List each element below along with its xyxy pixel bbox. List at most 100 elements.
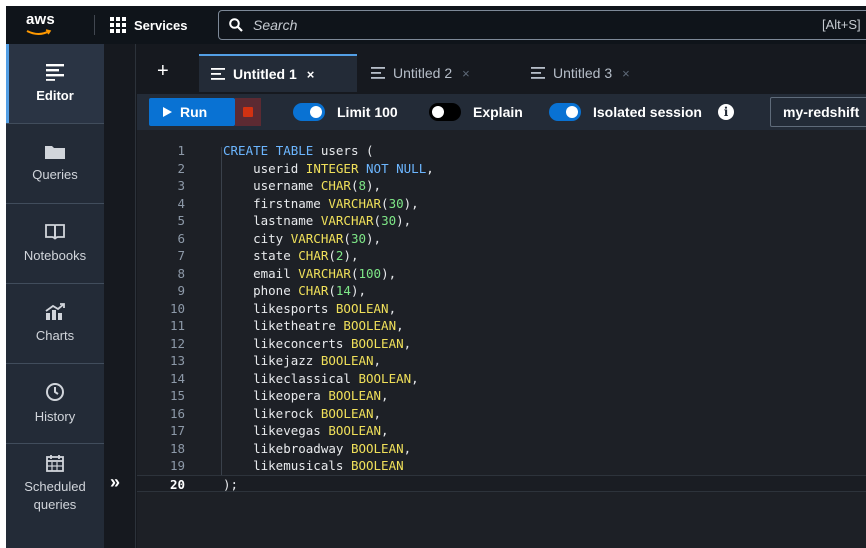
- line-number: 3: [177, 178, 185, 193]
- line-number: 8: [177, 265, 185, 281]
- line-number: 12: [169, 335, 185, 351]
- add-tab-button[interactable]: +: [157, 61, 169, 81]
- app-frame: aws Services [Alt+S]: [6, 6, 866, 548]
- tab-label: Untitled 1: [233, 66, 297, 82]
- code-line[interactable]: 3 username CHAR(8),: [137, 177, 866, 194]
- code-line[interactable]: 6 city VARCHAR(30),: [137, 230, 866, 247]
- search-icon: [229, 18, 243, 32]
- left-nav: Editor Queries Notebooks Charts History …: [6, 44, 104, 548]
- code-line[interactable]: 13 likejazz BOOLEAN,: [137, 352, 866, 369]
- line-number: 2: [177, 160, 185, 176]
- code-text: firstname VARCHAR(30),: [223, 195, 419, 211]
- code-text: likevegas BOOLEAN,: [223, 423, 389, 438]
- nav-item-notebooks[interactable]: Notebooks: [6, 204, 104, 284]
- code-line[interactable]: 12 likeconcerts BOOLEAN,: [137, 335, 866, 352]
- code-line[interactable]: 8 email VARCHAR(100),: [137, 265, 866, 282]
- tab-label: Untitled 2: [393, 65, 453, 81]
- code-text: city VARCHAR(30),: [223, 230, 382, 246]
- query-doc-icon: [371, 67, 385, 79]
- line-number: 19: [169, 458, 185, 473]
- line-number: 15: [169, 388, 185, 403]
- code-text: email VARCHAR(100),: [223, 265, 397, 281]
- nav-label-editor: Editor: [36, 87, 74, 103]
- top-bar: aws Services [Alt+S]: [6, 6, 866, 44]
- code-text: userid INTEGER NOT NULL,: [223, 160, 434, 176]
- expand-panel-button[interactable]: »: [110, 472, 120, 493]
- code-text: likeconcerts BOOLEAN,: [223, 335, 412, 351]
- editor-icon: [46, 63, 64, 81]
- nav-item-charts[interactable]: Charts: [6, 284, 104, 364]
- line-number: 14: [169, 370, 185, 386]
- limit-toggle[interactable]: [293, 103, 325, 121]
- tab-bar: + Untitled 1 × Untitled 2 × Untitled 3 ×: [137, 44, 866, 94]
- close-tab-icon[interactable]: ×: [622, 66, 630, 81]
- tab-untitled-3[interactable]: Untitled 3 ×: [519, 54, 677, 92]
- line-number: 4: [177, 195, 185, 211]
- chart-icon: [45, 302, 65, 320]
- code-line[interactable]: 10 likesports BOOLEAN,: [137, 300, 866, 317]
- close-tab-icon[interactable]: ×: [307, 67, 315, 82]
- book-icon: [45, 223, 65, 239]
- query-doc-icon: [531, 67, 545, 79]
- code-line[interactable]: 19 likemusicals BOOLEAN: [137, 457, 866, 474]
- code-line[interactable]: 2 userid INTEGER NOT NULL,: [137, 160, 866, 177]
- stop-button[interactable]: [235, 98, 261, 126]
- nav-item-scheduled-queries[interactable]: Scheduled queries: [6, 444, 104, 548]
- code-line[interactable]: 17 likevegas BOOLEAN,: [137, 422, 866, 439]
- code-line[interactable]: 5 lastname VARCHAR(30),: [137, 212, 866, 229]
- sql-editor[interactable]: 1 CREATE TABLE users (2 userid INTEGER NO…: [137, 130, 866, 548]
- line-number: 11: [169, 318, 185, 333]
- close-tab-icon[interactable]: ×: [462, 66, 470, 81]
- code-text: liketheatre BOOLEAN,: [223, 318, 404, 333]
- nav-label-notebooks: Notebooks: [23, 247, 87, 263]
- nav-label-history: History: [34, 408, 76, 424]
- code-line[interactable]: 9 phone CHAR(14),: [137, 282, 866, 299]
- info-icon[interactable]: i: [718, 104, 734, 120]
- code-line[interactable]: 4 firstname VARCHAR(30),: [137, 195, 866, 212]
- code-line[interactable]: 15 likeopera BOOLEAN,: [137, 387, 866, 404]
- code-text: likeopera BOOLEAN,: [223, 388, 389, 403]
- nav-item-history[interactable]: History: [6, 364, 104, 444]
- aws-logo[interactable]: aws: [6, 6, 80, 44]
- code-line[interactable]: 11 liketheatre BOOLEAN,: [137, 317, 866, 334]
- explain-toggle[interactable]: [429, 103, 461, 121]
- line-number: 9: [177, 283, 185, 298]
- search-box[interactable]: [Alt+S]: [218, 10, 866, 40]
- aws-smile-icon: [26, 29, 52, 35]
- limit-label: Limit 100: [337, 104, 398, 120]
- code-text: likeclassical BOOLEAN,: [223, 370, 419, 386]
- code-text: likerock BOOLEAN,: [223, 405, 382, 421]
- services-label: Services: [134, 17, 188, 33]
- code-text: state CHAR(2),: [223, 248, 359, 263]
- nav-label-scheduled-queries: Scheduled queries: [24, 479, 86, 512]
- code-line[interactable]: 18 likebroadway BOOLEAN,: [137, 440, 866, 457]
- code-text: username CHAR(8),: [223, 178, 382, 193]
- code-line[interactable]: 7 state CHAR(2),: [137, 247, 866, 264]
- code-text: likejazz BOOLEAN,: [223, 353, 382, 368]
- stop-icon: [243, 107, 253, 117]
- code-line[interactable]: 16 likerock BOOLEAN,: [137, 405, 866, 422]
- nav-label-charts: Charts: [35, 327, 75, 343]
- code-line[interactable]: 14 likeclassical BOOLEAN,: [137, 370, 866, 387]
- code-line[interactable]: 20);: [137, 474, 866, 492]
- query-doc-icon: [211, 68, 225, 80]
- isolated-session-toggle[interactable]: [549, 103, 581, 121]
- services-button[interactable]: Services: [110, 17, 188, 33]
- code-text: likebroadway BOOLEAN,: [223, 440, 412, 456]
- connection-select[interactable]: my-redshift: [770, 97, 866, 127]
- run-button[interactable]: Run: [149, 98, 235, 126]
- search-input[interactable]: [253, 17, 813, 33]
- editor-toolbar: Run Limit 100 Explain Isolated session i…: [137, 94, 866, 130]
- nav-item-queries[interactable]: Queries: [6, 124, 104, 204]
- tab-untitled-1[interactable]: Untitled 1 ×: [199, 54, 357, 92]
- nav-item-editor[interactable]: Editor: [6, 44, 104, 124]
- line-number: 7: [177, 248, 185, 263]
- tab-untitled-2[interactable]: Untitled 2 ×: [359, 54, 517, 92]
- calendar-icon: [46, 455, 64, 472]
- isolated-session-label: Isolated session: [593, 104, 702, 120]
- nav-label-queries: Queries: [32, 166, 78, 182]
- code-line[interactable]: 1 CREATE TABLE users (: [137, 142, 866, 159]
- line-number: 16: [169, 405, 185, 421]
- code-text: );: [223, 476, 239, 492]
- folder-icon: [45, 145, 65, 159]
